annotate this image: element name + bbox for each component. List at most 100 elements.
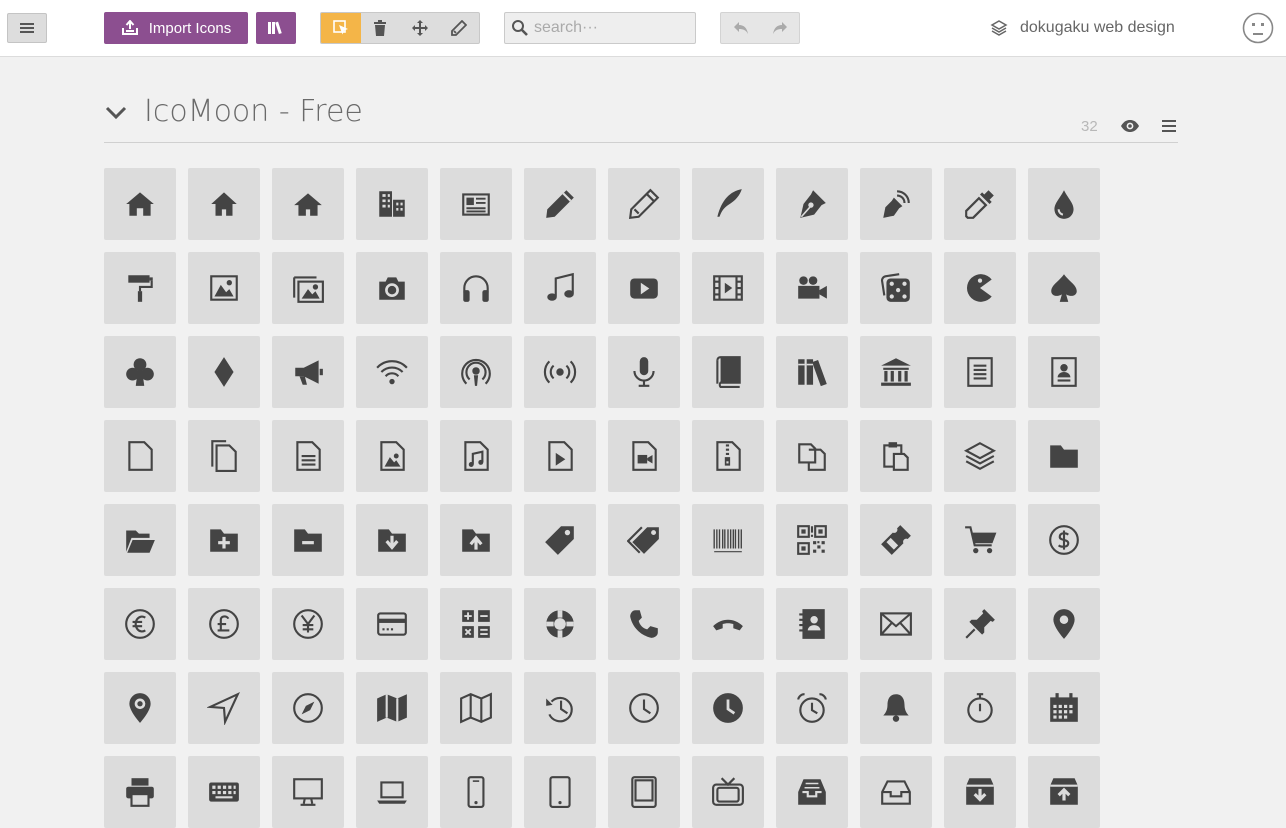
- icon-tile-laptop[interactable]: [356, 756, 428, 828]
- icon-tile-coin-dollar[interactable]: [1028, 504, 1100, 576]
- icon-tile-file-empty[interactable]: [104, 420, 176, 492]
- icon-tile-mic[interactable]: [608, 336, 680, 408]
- icon-tile-home2[interactable]: [188, 168, 260, 240]
- icon-tile-qrcode[interactable]: [776, 504, 848, 576]
- icon-tile-map[interactable]: [356, 672, 428, 744]
- icon-tile-ticket[interactable]: [860, 504, 932, 576]
- icon-tile-pacman[interactable]: [944, 252, 1016, 324]
- icon-tile-folder-download[interactable]: [356, 504, 428, 576]
- icon-tile-folder[interactable]: [1028, 420, 1100, 492]
- icon-tile-tv[interactable]: [692, 756, 764, 828]
- icon-tile-paint-format[interactable]: [104, 252, 176, 324]
- icon-tile-address-book[interactable]: [776, 588, 848, 660]
- icon-tile-display[interactable]: [272, 756, 344, 828]
- icon-tile-location[interactable]: [1028, 588, 1100, 660]
- icon-tile-folder-open[interactable]: [104, 504, 176, 576]
- icon-tile-keyboard[interactable]: [188, 756, 260, 828]
- icon-tile-stack[interactable]: [944, 420, 1016, 492]
- icon-tile-paste[interactable]: [860, 420, 932, 492]
- icon-tile-file-text2[interactable]: [272, 420, 344, 492]
- icon-tile-blog[interactable]: [860, 168, 932, 240]
- icon-tile-file-music[interactable]: [440, 420, 512, 492]
- icon-tile-library[interactable]: [860, 336, 932, 408]
- icon-tile-file-text[interactable]: [944, 336, 1016, 408]
- icon-tile-calendar[interactable]: [1028, 672, 1100, 744]
- delete-tool-button[interactable]: [361, 13, 401, 43]
- icon-tile-bullhorn[interactable]: [272, 336, 344, 408]
- icon-tile-history[interactable]: [524, 672, 596, 744]
- icon-tile-file-video[interactable]: [608, 420, 680, 492]
- icon-tile-eyedropper[interactable]: [944, 168, 1016, 240]
- icon-tile-home3[interactable]: [272, 168, 344, 240]
- icon-tile-cart[interactable]: [944, 504, 1016, 576]
- icon-tile-folder-upload[interactable]: [440, 504, 512, 576]
- icon-tile-diamonds[interactable]: [188, 336, 260, 408]
- icon-tile-film[interactable]: [692, 252, 764, 324]
- icon-tile-tablet[interactable]: [608, 756, 680, 828]
- icon-tile-play[interactable]: [608, 252, 680, 324]
- icon-tile-image[interactable]: [188, 252, 260, 324]
- icon-tile-compass2[interactable]: [272, 672, 344, 744]
- icon-tile-book[interactable]: [692, 336, 764, 408]
- icon-tile-folder-plus[interactable]: [188, 504, 260, 576]
- icon-tile-pen[interactable]: [776, 168, 848, 240]
- icon-tile-lifebuoy[interactable]: [524, 588, 596, 660]
- icon-tile-bell[interactable]: [860, 672, 932, 744]
- search-input[interactable]: [534, 19, 684, 37]
- icon-tile-file-play[interactable]: [524, 420, 596, 492]
- icon-tile-files-empty[interactable]: [188, 420, 260, 492]
- icon-tile-box-remove[interactable]: [1028, 756, 1100, 828]
- icon-tile-barcode[interactable]: [692, 504, 764, 576]
- icon-tile-newspaper[interactable]: [440, 168, 512, 240]
- eye-icon[interactable]: [1120, 118, 1140, 134]
- icon-tile-pushpin[interactable]: [944, 588, 1016, 660]
- edit-tool-button[interactable]: [440, 13, 480, 43]
- icon-tile-calculator[interactable]: [440, 588, 512, 660]
- icon-tile-spades[interactable]: [1028, 252, 1100, 324]
- icon-tile-office[interactable]: [356, 168, 428, 240]
- redo-button[interactable]: [760, 13, 799, 43]
- set-menu-icon[interactable]: [1161, 118, 1177, 134]
- icon-tile-droplet[interactable]: [1028, 168, 1100, 240]
- icon-tile-books[interactable]: [776, 336, 848, 408]
- icon-tile-coin-yen[interactable]: [272, 588, 344, 660]
- icon-tile-printer[interactable]: [104, 756, 176, 828]
- icon-tile-envelop[interactable]: [860, 588, 932, 660]
- icon-tile-clubs[interactable]: [104, 336, 176, 408]
- icon-tile-profile[interactable]: [1028, 336, 1100, 408]
- icon-tile-credit-card[interactable]: [356, 588, 428, 660]
- icon-tile-images[interactable]: [272, 252, 344, 324]
- icon-tile-podcast[interactable]: [440, 336, 512, 408]
- icon-tile-home[interactable]: [104, 168, 176, 240]
- icon-tile-connection[interactable]: [356, 336, 428, 408]
- user-avatar[interactable]: [1242, 12, 1274, 44]
- select-tool-button[interactable]: [321, 13, 361, 43]
- main-menu-button[interactable]: [7, 13, 47, 43]
- icon-tile-phone[interactable]: [608, 588, 680, 660]
- move-tool-button[interactable]: [400, 13, 440, 43]
- icon-tile-camera[interactable]: [356, 252, 428, 324]
- icon-tile-folder-minus[interactable]: [272, 504, 344, 576]
- icon-tile-video-camera[interactable]: [776, 252, 848, 324]
- project-selector[interactable]: dokugaku web design: [990, 16, 1175, 40]
- icon-tile-feed[interactable]: [524, 336, 596, 408]
- undo-button[interactable]: [721, 13, 760, 43]
- icon-tile-mobile2[interactable]: [524, 756, 596, 828]
- icon-tile-box-add[interactable]: [944, 756, 1016, 828]
- icon-tile-clock2[interactable]: [692, 672, 764, 744]
- icon-tile-stopwatch[interactable]: [944, 672, 1016, 744]
- icon-tile-drawer2[interactable]: [860, 756, 932, 828]
- icon-tile-clock[interactable]: [608, 672, 680, 744]
- icon-tile-file-zip[interactable]: [692, 420, 764, 492]
- icon-tile-music[interactable]: [524, 252, 596, 324]
- library-button[interactable]: [256, 12, 296, 44]
- icon-tile-compass[interactable]: [188, 672, 260, 744]
- icon-tile-location2[interactable]: [104, 672, 176, 744]
- icon-tile-copy[interactable]: [776, 420, 848, 492]
- icon-tile-map2[interactable]: [440, 672, 512, 744]
- icon-tile-price-tags[interactable]: [608, 504, 680, 576]
- icon-tile-coin-euro[interactable]: [104, 588, 176, 660]
- icon-tile-quill[interactable]: [692, 168, 764, 240]
- icon-tile-price-tag[interactable]: [524, 504, 596, 576]
- icon-tile-alarm[interactable]: [776, 672, 848, 744]
